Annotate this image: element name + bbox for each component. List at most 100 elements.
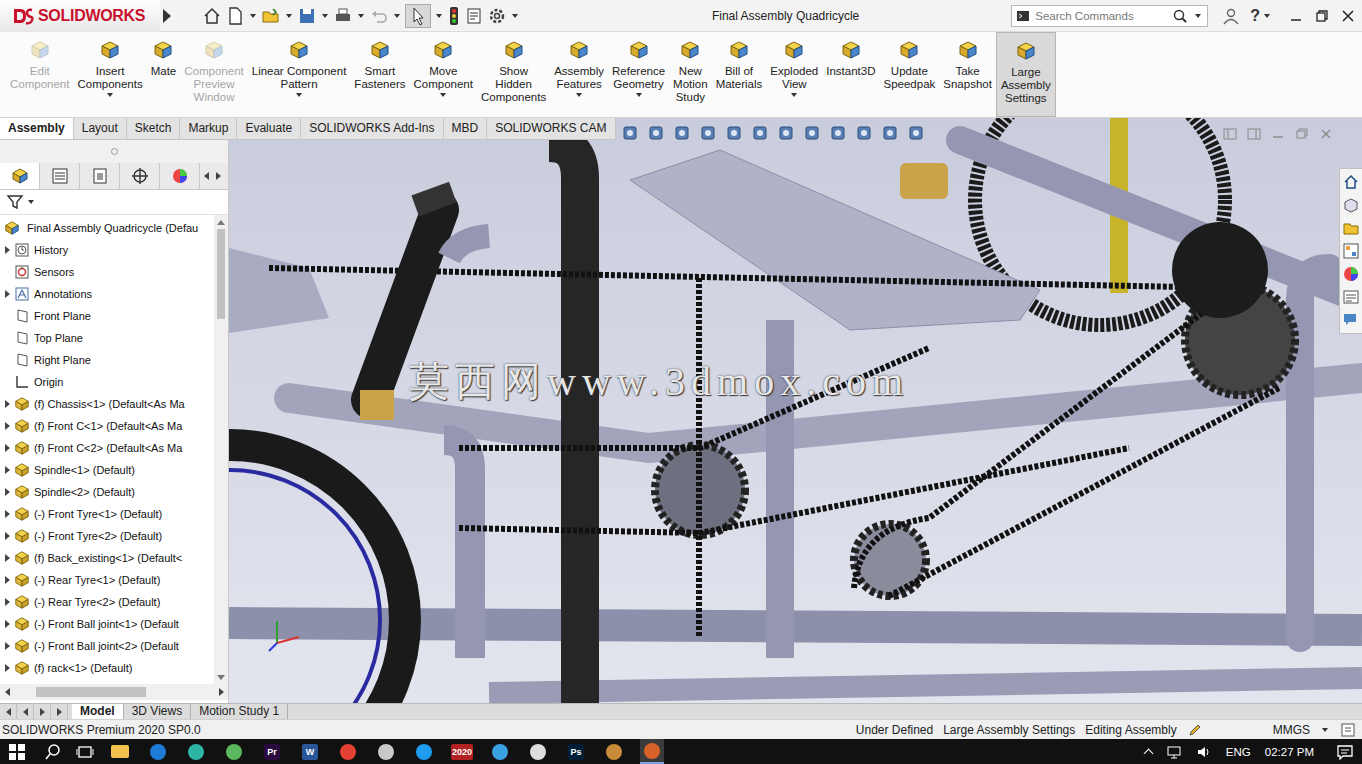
save-icon[interactable] xyxy=(297,6,317,26)
ribbon-button[interactable]: Mate xyxy=(147,32,181,117)
tree-item[interactable]: Front Plane xyxy=(0,305,214,327)
pane-splitter[interactable] xyxy=(0,139,228,163)
tree-item[interactable]: (-) Front Ball joint<1> (Default xyxy=(0,613,214,635)
notifications-icon[interactable] xyxy=(1336,743,1354,761)
taskbar-app[interactable] xyxy=(184,739,208,764)
dropdown-caret-icon[interactable] xyxy=(440,93,446,97)
minimize-icon[interactable] xyxy=(1286,6,1306,26)
dropdown-caret-icon[interactable] xyxy=(107,93,113,97)
select-arrow-icon[interactable] xyxy=(405,4,431,28)
tree-item[interactable]: History xyxy=(0,239,214,261)
view-tool-icon[interactable] xyxy=(621,124,639,142)
user-account-icon[interactable] xyxy=(1222,7,1240,25)
view-tool-icon[interactable] xyxy=(881,124,899,142)
model-tab[interactable]: 3D Views xyxy=(124,704,191,719)
design-library-icon[interactable] xyxy=(1342,196,1360,214)
new-document-icon[interactable] xyxy=(225,6,245,26)
model-render[interactable] xyxy=(229,118,1362,703)
ribbon-button[interactable]: AssemblyFeatures xyxy=(550,32,608,117)
solidworks-resources-icon[interactable] xyxy=(1342,173,1360,191)
print-icon[interactable] xyxy=(333,6,353,26)
expand-arrow-icon[interactable] xyxy=(2,488,12,496)
tree-item[interactable]: Right Plane xyxy=(0,349,214,371)
tray-overflow-icon[interactable] xyxy=(1145,746,1152,757)
model-tab[interactable]: Model xyxy=(72,704,124,719)
tree-item[interactable]: (f) Chassis<1> (Default<As Ma xyxy=(0,393,214,415)
undo-icon[interactable] xyxy=(369,6,389,26)
tree-item[interactable]: (-) Front Ball joint<2> (Default xyxy=(0,635,214,657)
tree-item[interactable]: Top Plane xyxy=(0,327,214,349)
expand-arrow-icon[interactable] xyxy=(2,598,12,606)
appearances-icon[interactable] xyxy=(1342,265,1360,283)
tree-item[interactable]: (-) Rear Tyre<2> (Default) xyxy=(0,591,214,613)
ribbon-button[interactable]: ShowHiddenComponents xyxy=(477,32,550,117)
ribbon-button[interactable]: TakeSnapshot xyxy=(939,32,996,117)
model-tab[interactable]: Motion Study 1 xyxy=(191,704,288,719)
expand-arrow-icon[interactable] xyxy=(2,554,12,562)
taskbar-app[interactable] xyxy=(222,739,246,764)
previous-tab-button[interactable] xyxy=(17,704,34,719)
tree-item[interactable]: Spindle<1> (Default) xyxy=(0,459,214,481)
expand-arrow-icon[interactable] xyxy=(2,664,12,672)
taskbar-app[interactable] xyxy=(526,739,550,764)
tab-scroll-right[interactable] xyxy=(212,163,224,189)
tree-filter[interactable] xyxy=(0,190,228,215)
taskbar-app[interactable] xyxy=(488,739,512,764)
rebuild-traffic-light-icon[interactable] xyxy=(447,6,461,26)
windows-start-icon[interactable] xyxy=(8,743,26,761)
expand-arrow-icon[interactable] xyxy=(2,422,12,430)
quick-tips-icon[interactable] xyxy=(1340,722,1356,738)
magnifier-icon[interactable] xyxy=(1172,8,1188,24)
expand-arrow-icon[interactable] xyxy=(2,246,12,254)
tree-item[interactable]: Spindle<2> (Default) xyxy=(0,481,214,503)
command-tab[interactable]: Layout xyxy=(74,118,127,139)
taskbar-app[interactable]: Ps xyxy=(564,739,588,764)
rebuild-pencil-icon[interactable] xyxy=(1187,722,1203,738)
tree-item[interactable]: (-) Front Tyre<1> (Default) xyxy=(0,503,214,525)
unit-system[interactable]: MMGS xyxy=(1273,723,1310,737)
taskbar-search-icon[interactable] xyxy=(44,743,62,761)
expand-arrow-icon[interactable] xyxy=(2,510,12,518)
expand-arrow-icon[interactable] xyxy=(2,400,12,408)
viewport-restore-icon[interactable] xyxy=(1294,126,1310,142)
tab-scroll-left[interactable] xyxy=(200,163,212,189)
taskbar-app[interactable] xyxy=(146,739,170,764)
collapse-right-icon[interactable] xyxy=(1246,126,1262,142)
home-icon[interactable] xyxy=(202,6,222,26)
horizontal-scrollbar[interactable] xyxy=(0,684,228,700)
next-tab-button[interactable] xyxy=(34,704,51,719)
tree-item[interactable]: (-) Front Tyre<2> (Default) xyxy=(0,525,214,547)
taskbar-app[interactable] xyxy=(640,739,664,764)
view-tool-icon[interactable] xyxy=(673,124,691,142)
view-tool-icon[interactable] xyxy=(751,124,769,142)
ribbon-button[interactable]: ReferenceGeometry xyxy=(608,32,669,117)
close-icon[interactable] xyxy=(1338,6,1358,26)
taskbar-app[interactable] xyxy=(602,739,626,764)
options-gear-icon[interactable] xyxy=(487,6,507,26)
tree-item[interactable]: Sensors xyxy=(0,261,214,283)
menu-flyout-arrow[interactable] xyxy=(160,9,174,23)
expand-arrow-icon[interactable] xyxy=(2,466,12,474)
task-view-icon[interactable] xyxy=(76,743,94,761)
taskbar-app[interactable]: W xyxy=(298,739,322,764)
first-tab-button[interactable] xyxy=(0,704,17,719)
viewport-minimize-icon[interactable] xyxy=(1270,126,1286,142)
search-commands-field[interactable]: Search Commands xyxy=(1011,5,1208,27)
tree-item[interactable]: (f) Front C<1> (Default<As Ma xyxy=(0,415,214,437)
file-properties-icon[interactable] xyxy=(464,6,484,26)
ribbon-button[interactable]: Instant3D xyxy=(822,32,879,117)
tree-item[interactable]: (-) Rear Tyre<1> (Default) xyxy=(0,569,214,591)
tree-item[interactable]: Origin xyxy=(0,371,214,393)
ribbon-button[interactable]: SmartFasteners xyxy=(350,32,409,117)
volume-icon[interactable] xyxy=(1196,744,1212,760)
expand-arrow-icon[interactable] xyxy=(2,576,12,584)
expand-arrow-icon[interactable] xyxy=(2,444,12,452)
dropdown-caret-icon[interactable] xyxy=(296,93,302,97)
search-scope-icon[interactable] xyxy=(1016,9,1030,23)
open-folder-icon[interactable] xyxy=(261,6,281,26)
expand-arrow-icon[interactable] xyxy=(2,532,12,540)
solidworks-logo[interactable]: SOLIDWORKS xyxy=(0,0,160,32)
tree-item[interactable]: Annotations xyxy=(0,283,214,305)
taskbar-app[interactable] xyxy=(374,739,398,764)
ribbon-button[interactable]: Linear ComponentPattern xyxy=(248,32,351,117)
